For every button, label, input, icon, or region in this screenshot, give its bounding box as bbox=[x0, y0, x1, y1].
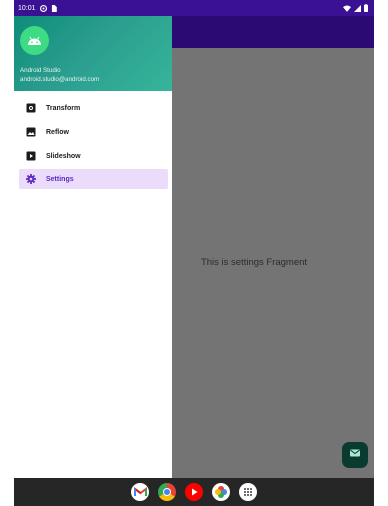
header-user-email: android.studio@android.com bbox=[20, 76, 100, 83]
menu-item-slideshow[interactable]: Slideshow bbox=[19, 146, 168, 166]
menu-item-settings[interactable]: Settings bbox=[19, 169, 168, 189]
navigation-drawer: Android Studio android.studio@android.co… bbox=[14, 16, 172, 478]
menu-item-label: Reflow bbox=[46, 128, 69, 136]
drawer-header: Android Studio android.studio@android.co… bbox=[14, 16, 172, 91]
status-time: 10:01 bbox=[18, 4, 36, 12]
youtube-icon[interactable] bbox=[185, 483, 203, 501]
email-fab[interactable] bbox=[342, 442, 368, 468]
taskbar-dock bbox=[14, 478, 374, 506]
header-user-name: Android Studio bbox=[20, 67, 61, 74]
gmail-icon[interactable] bbox=[131, 483, 149, 501]
slideshow-icon bbox=[26, 151, 36, 161]
settings-gear-icon bbox=[26, 174, 36, 184]
menu-item-label: Slideshow bbox=[46, 152, 81, 160]
camera-icon bbox=[26, 103, 36, 113]
status-app-icon bbox=[39, 4, 47, 12]
menu-item-label: Transform bbox=[46, 104, 81, 112]
email-icon bbox=[349, 446, 361, 464]
status-sim-icon bbox=[51, 4, 57, 12]
app-drawer-icon[interactable] bbox=[239, 483, 257, 501]
wifi-icon bbox=[343, 5, 351, 12]
device-screen: 10:01 This is settings Fragment Android … bbox=[14, 0, 374, 506]
battery-icon bbox=[364, 4, 368, 12]
menu-item-label: Settings bbox=[46, 175, 74, 183]
photos-icon[interactable] bbox=[212, 483, 230, 501]
status-bar: 10:01 bbox=[14, 0, 374, 16]
android-avatar-icon bbox=[20, 26, 49, 55]
signal-icon bbox=[354, 4, 361, 12]
menu-item-transform[interactable]: Transform bbox=[19, 98, 168, 118]
image-icon bbox=[26, 127, 36, 137]
menu-item-reflow[interactable]: Reflow bbox=[19, 122, 168, 142]
chrome-icon[interactable] bbox=[158, 483, 176, 501]
